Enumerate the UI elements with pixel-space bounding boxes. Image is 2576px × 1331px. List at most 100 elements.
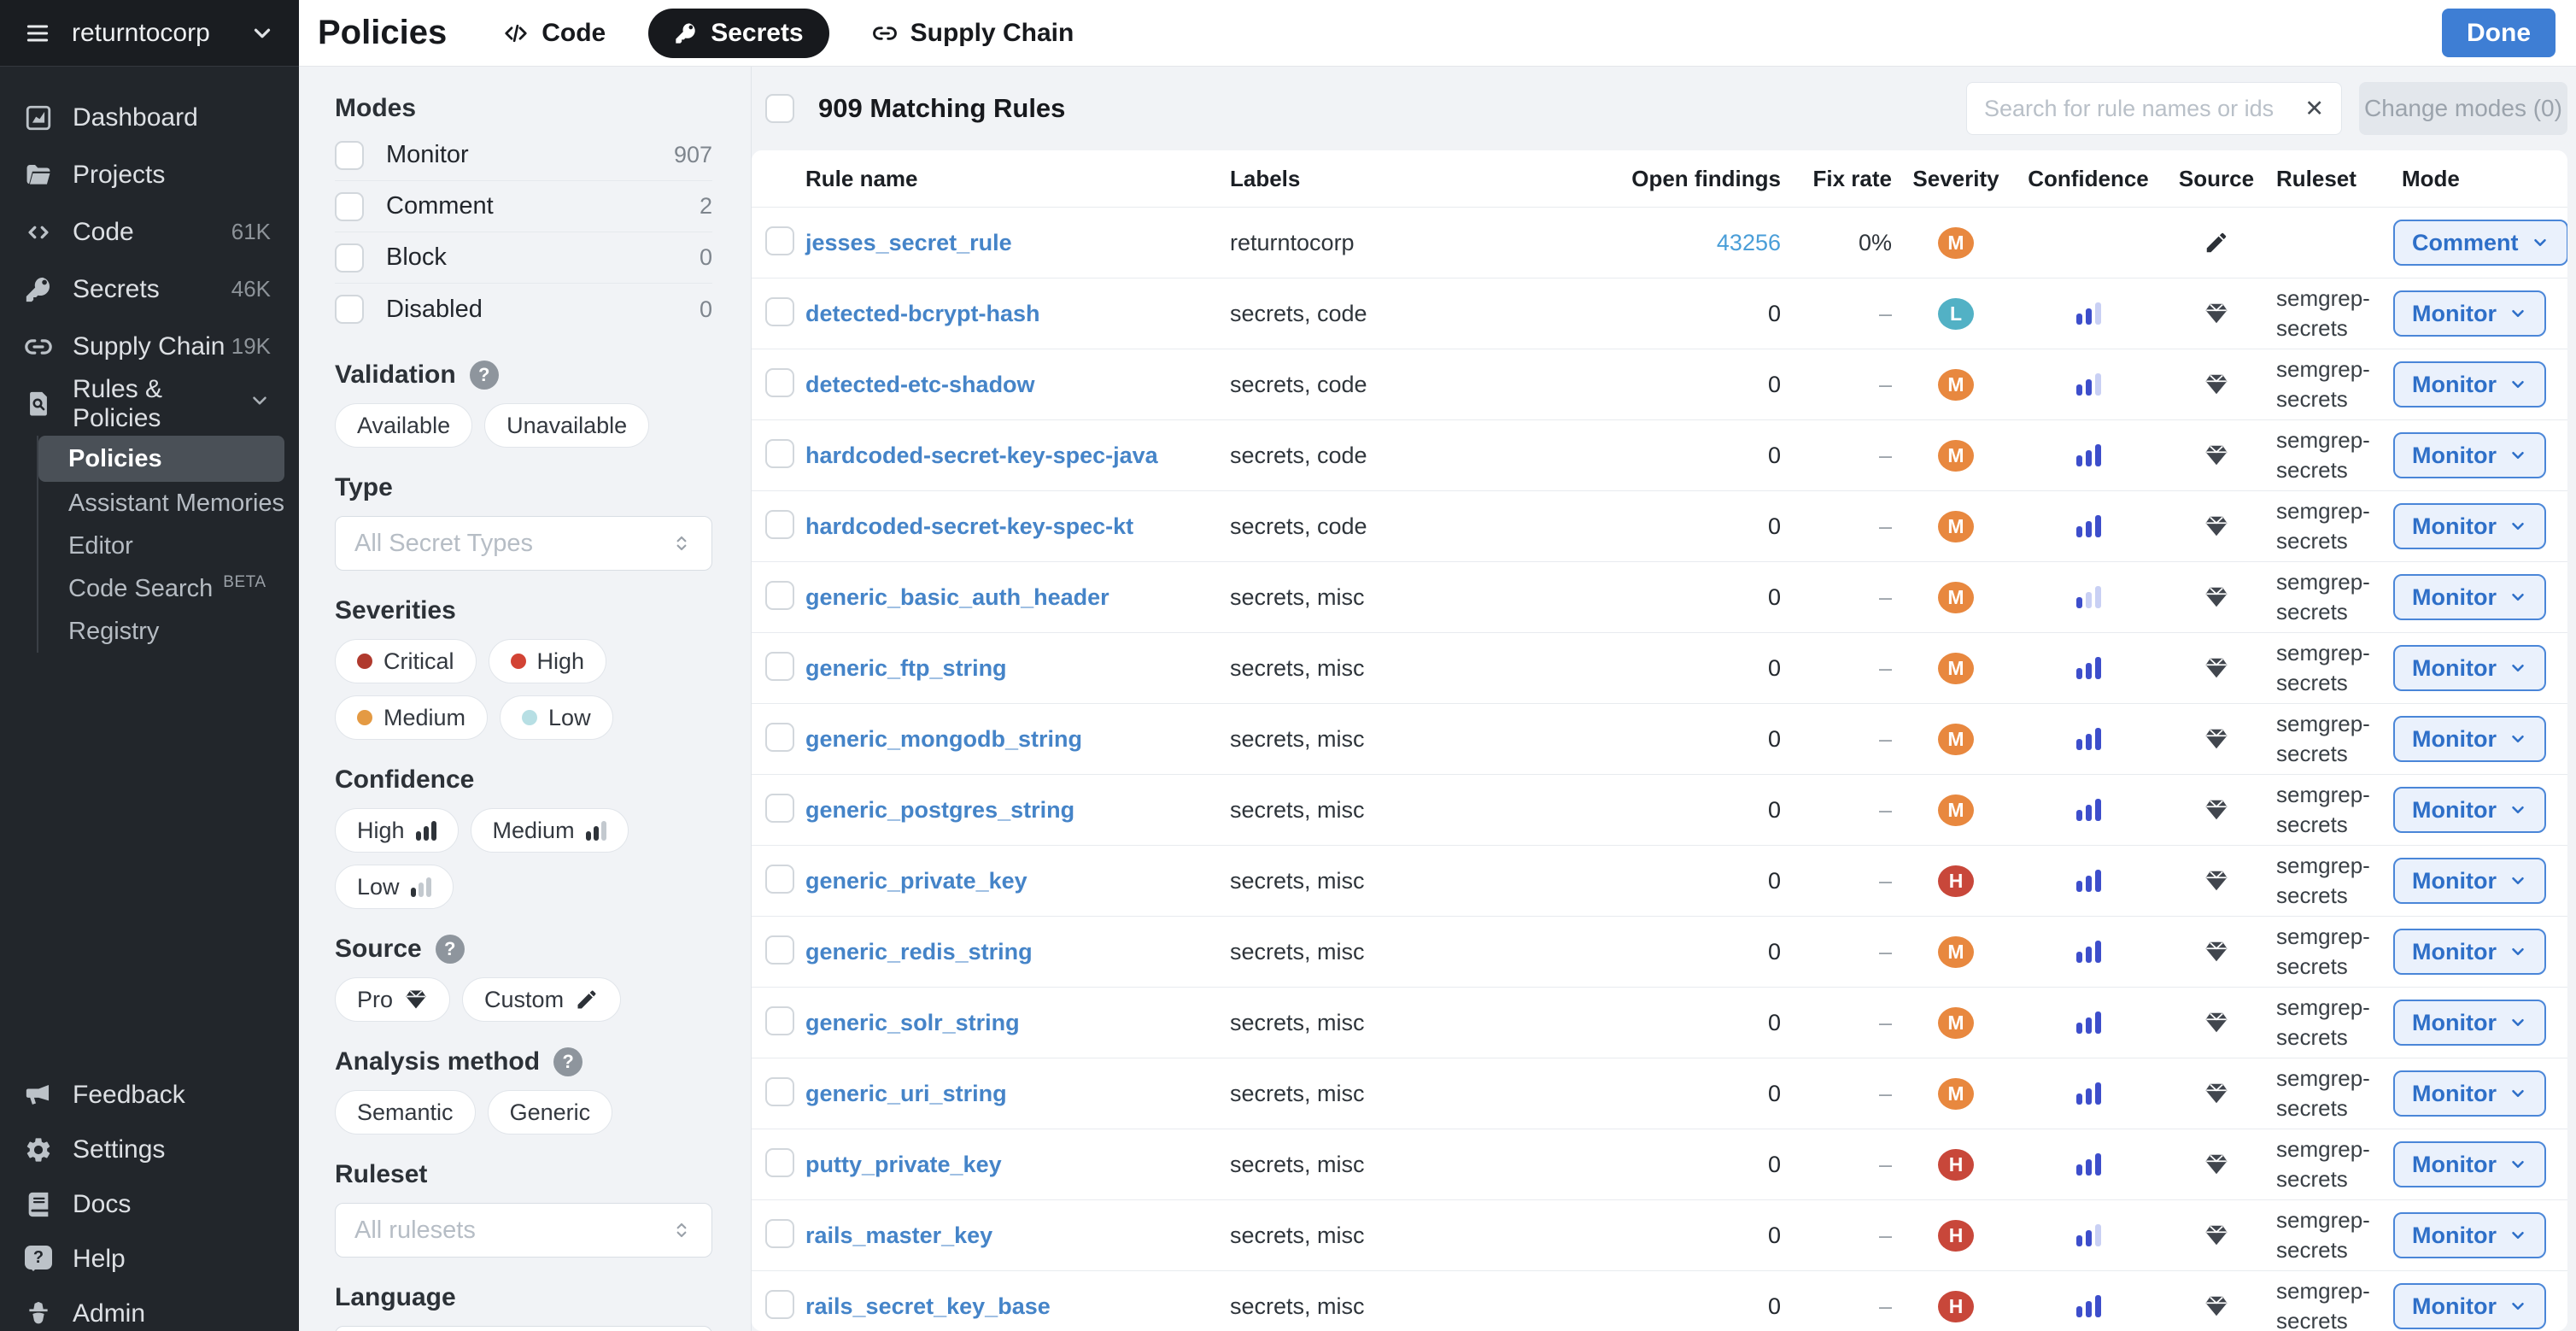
row-checkbox[interactable] [765, 1290, 794, 1319]
source-custom-pill[interactable]: Custom [462, 977, 621, 1022]
confidence-medium-pill[interactable]: Medium [471, 808, 629, 853]
rule-name-link[interactable]: generic_solr_string [805, 1010, 1020, 1035]
question-icon[interactable]: ? [470, 361, 499, 390]
mode-select[interactable]: Monitor [2393, 361, 2546, 408]
mode-select[interactable]: Monitor [2393, 1283, 2546, 1329]
disabled-checkbox[interactable] [335, 295, 364, 324]
mode-select[interactable]: Monitor [2393, 290, 2546, 337]
row-checkbox[interactable] [765, 1148, 794, 1177]
rule-name-link[interactable]: generic_redis_string [805, 939, 1033, 965]
confidence-low-pill[interactable]: Low [335, 865, 454, 909]
row-checkbox[interactable] [765, 510, 794, 539]
rule-name-link[interactable]: rails_secret_key_base [805, 1293, 1051, 1319]
mode-filter-comment[interactable]: Comment 2 [335, 181, 712, 232]
validation-unavailable-pill[interactable]: Unavailable [484, 403, 649, 448]
org-switcher[interactable]: returntocorp [0, 0, 299, 67]
row-checkbox[interactable] [765, 439, 794, 468]
mode-select[interactable]: Monitor [2393, 1070, 2546, 1117]
analysis-semantic-pill[interactable]: Semantic [335, 1090, 476, 1135]
monitor-checkbox[interactable] [335, 141, 364, 170]
severity-critical-pill[interactable]: Critical [335, 639, 477, 683]
question-icon[interactable]: ? [553, 1047, 583, 1076]
mode-select[interactable]: Monitor [2393, 645, 2546, 691]
mode-select[interactable]: Monitor [2393, 787, 2546, 833]
mode-select[interactable]: Monitor [2393, 432, 2546, 478]
sidebar-item-editor[interactable]: Editor [38, 525, 284, 567]
tab-code[interactable]: Code [503, 19, 606, 48]
row-checkbox[interactable] [765, 865, 794, 894]
secret-type-select[interactable]: All Secret Types [335, 516, 712, 571]
sidebar-item-projects[interactable]: Projects [0, 146, 299, 203]
sidebar-item-registry[interactable]: Registry [38, 610, 284, 653]
sidebar-item-dashboard[interactable]: Dashboard [0, 89, 299, 146]
analysis-generic-pill[interactable]: Generic [488, 1090, 613, 1135]
sidebar-item-settings[interactable]: Settings [0, 1123, 299, 1177]
rule-name-link[interactable]: jesses_secret_rule [805, 230, 1012, 255]
tab-secrets[interactable]: Secrets [648, 9, 828, 58]
question-icon[interactable]: ? [436, 935, 465, 964]
mode-select[interactable]: Monitor [2393, 503, 2546, 549]
mode-select[interactable]: Monitor [2393, 574, 2546, 620]
validation-available-pill[interactable]: Available [335, 403, 472, 448]
rule-name-link[interactable]: generic_basic_auth_header [805, 584, 1109, 610]
comment-checkbox[interactable] [335, 192, 364, 221]
sidebar-item-assistant-memories[interactable]: Assistant Memories [38, 482, 284, 525]
row-checkbox[interactable] [765, 226, 794, 255]
rule-name-link[interactable]: putty_private_key [805, 1152, 1002, 1177]
row-checkbox[interactable] [765, 1219, 794, 1248]
menu-icon[interactable] [24, 20, 51, 47]
mode-select[interactable]: Monitor [2393, 1000, 2546, 1046]
ruleset-select[interactable]: All rulesets [335, 1203, 712, 1258]
rule-name-link[interactable]: hardcoded-secret-key-spec-java [805, 443, 1158, 468]
rule-name-link[interactable]: generic_uri_string [805, 1081, 1007, 1106]
row-checkbox[interactable] [765, 723, 794, 752]
row-checkbox[interactable] [765, 1077, 794, 1106]
mode-select[interactable]: Monitor [2393, 1212, 2546, 1258]
sidebar-item-code-search[interactable]: Code SearchBETA [38, 567, 284, 610]
tab-supply-chain[interactable]: Supply Chain [872, 19, 1074, 48]
mode-select[interactable]: Monitor [2393, 858, 2546, 904]
sidebar-item-code[interactable]: Code 61K [0, 203, 299, 261]
mode-select[interactable]: Monitor [2393, 929, 2546, 975]
sidebar-item-help[interactable]: ? Help [0, 1232, 299, 1287]
severity-low-pill[interactable]: Low [500, 695, 613, 740]
rule-name-link[interactable]: hardcoded-secret-key-spec-kt [805, 513, 1133, 539]
source-pro-pill[interactable]: Pro [335, 977, 450, 1022]
row-checkbox[interactable] [765, 652, 794, 681]
rule-name-link[interactable]: detected-bcrypt-hash [805, 301, 1040, 326]
select-all-checkbox[interactable] [765, 94, 794, 123]
rule-name-link[interactable]: generic_mongodb_string [805, 726, 1082, 752]
mode-filter-block[interactable]: Block 0 [335, 232, 712, 284]
sidebar-item-docs[interactable]: Docs [0, 1177, 299, 1232]
sidebar-item-admin[interactable]: Admin [0, 1287, 299, 1331]
severity-medium-pill[interactable]: Medium [335, 695, 488, 740]
mode-select[interactable]: Comment [2393, 220, 2567, 266]
rule-name-link[interactable]: generic_postgres_string [805, 797, 1074, 823]
severity-high-pill[interactable]: High [489, 639, 607, 683]
sidebar-item-policies[interactable]: Policies [38, 436, 284, 482]
rule-search-input[interactable] [1984, 96, 2292, 122]
done-button[interactable]: Done [2442, 9, 2556, 57]
sidebar-item-supply-chain[interactable]: Supply Chain 19K [0, 318, 299, 375]
change-modes-button[interactable]: Change modes (0) [2359, 82, 2567, 135]
row-checkbox[interactable] [765, 935, 794, 965]
row-checkbox[interactable] [765, 794, 794, 823]
row-checkbox[interactable] [765, 368, 794, 397]
rule-name-link[interactable]: generic_ftp_string [805, 655, 1007, 681]
sidebar-item-rules-policies[interactable]: Rules & Policies [0, 375, 299, 432]
block-checkbox[interactable] [335, 243, 364, 273]
row-checkbox[interactable] [765, 581, 794, 610]
rule-name-link[interactable]: rails_master_key [805, 1223, 992, 1248]
rule-name-link[interactable]: generic_private_key [805, 868, 1027, 894]
rule-name-link[interactable]: detected-etc-shadow [805, 372, 1035, 397]
language-select[interactable]: All languages [335, 1326, 712, 1331]
mode-filter-disabled[interactable]: Disabled 0 [335, 284, 712, 335]
row-checkbox[interactable] [765, 1006, 794, 1035]
sidebar-item-secrets[interactable]: Secrets 46K [0, 261, 299, 318]
sidebar-item-feedback[interactable]: Feedback [0, 1068, 299, 1123]
row-checkbox[interactable] [765, 297, 794, 326]
mode-select[interactable]: Monitor [2393, 1141, 2546, 1187]
close-icon[interactable]: ✕ [2304, 97, 2324, 120]
mode-select[interactable]: Monitor [2393, 716, 2546, 762]
confidence-high-pill[interactable]: High [335, 808, 459, 853]
